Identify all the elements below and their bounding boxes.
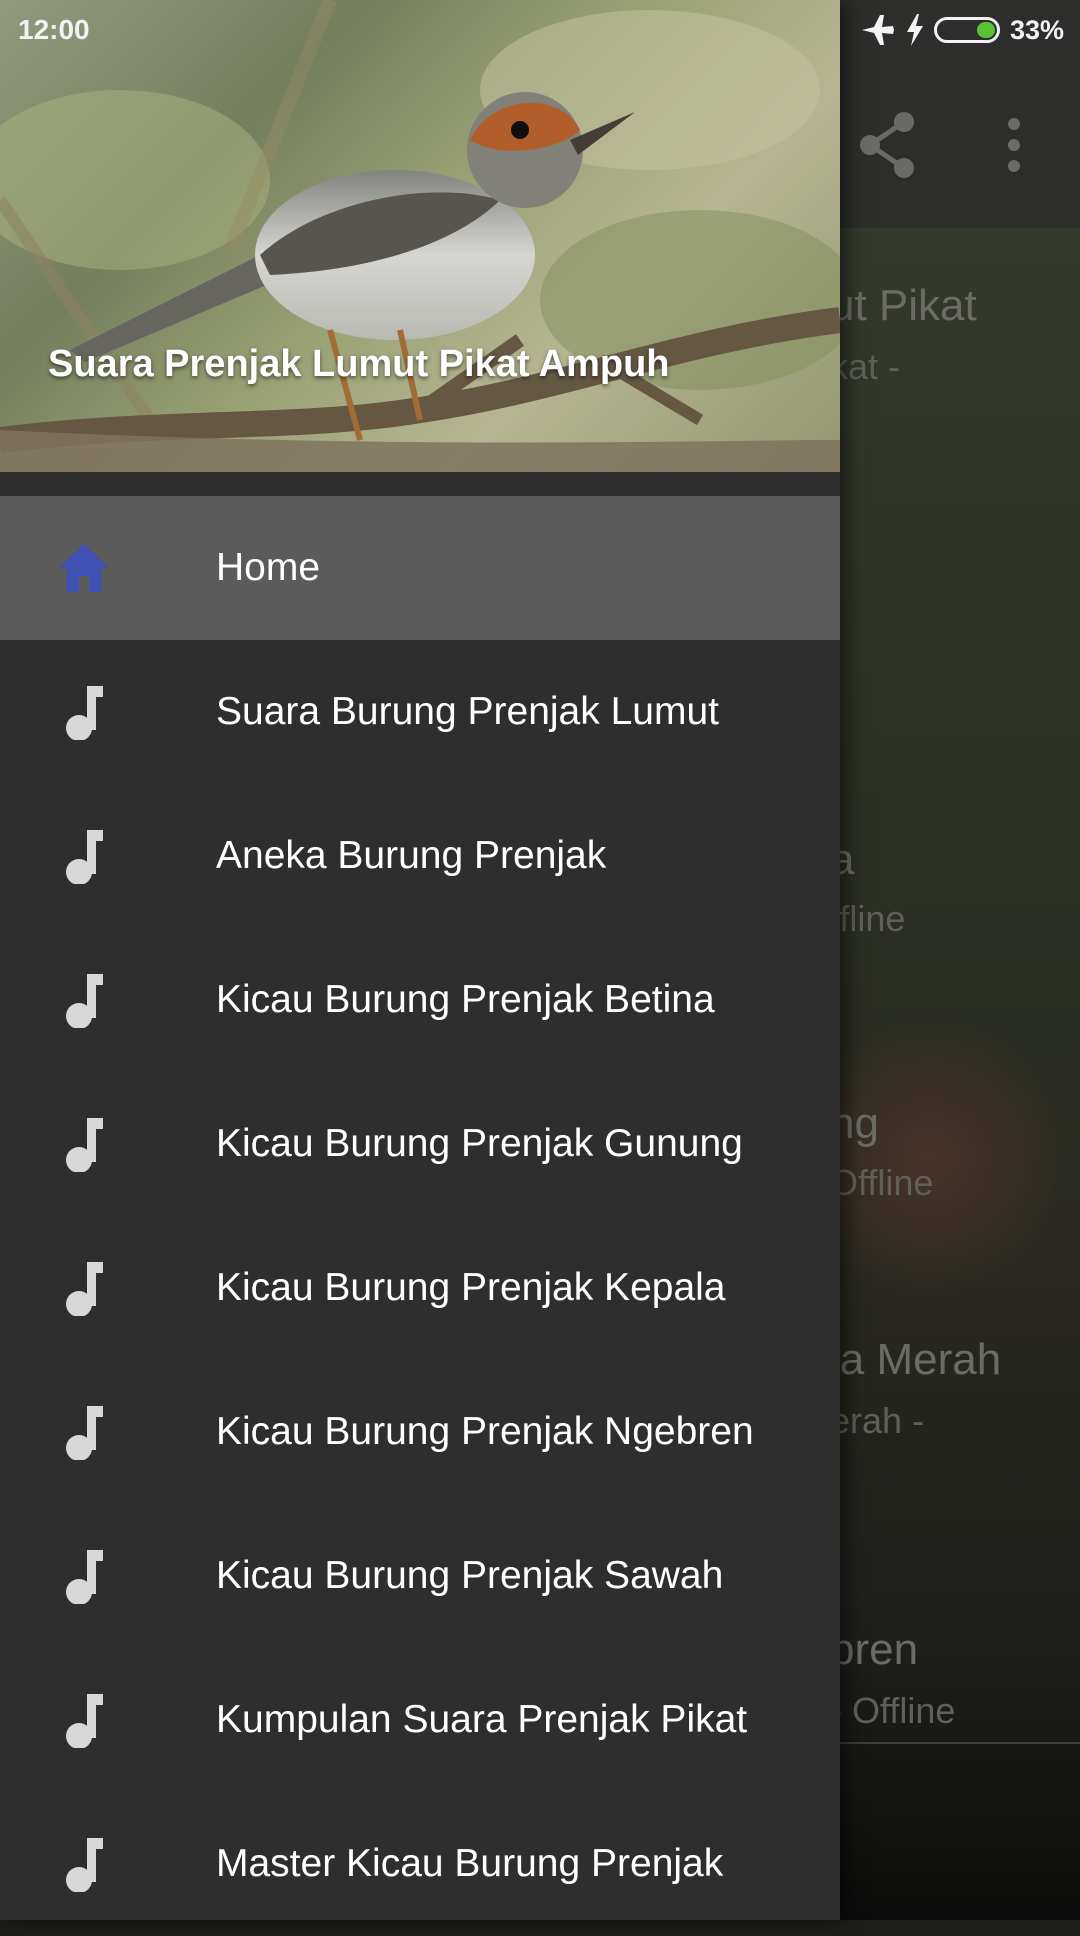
menu-item-home[interactable]: Home: [0, 496, 840, 640]
status-bar: 12:00 33%: [0, 0, 1080, 60]
bg-item-title: bren: [830, 1625, 919, 1674]
menu-item-label: Kicau Burung Prenjak Sawah: [216, 1554, 724, 1597]
menu-item-label: Home: [216, 546, 321, 589]
bg-item-title: ut Pikat: [830, 281, 977, 330]
menu-item-aneka-burung-prenjak[interactable]: Aneka Burung Prenjak: [0, 784, 840, 928]
bg-item-subtitle: - Offline: [830, 1690, 956, 1731]
drawer-menu: Home Suara Burung Prenjak Lumut Aneka Bu…: [0, 496, 840, 1936]
music-note-icon: [66, 1550, 103, 1604]
music-note-icon: [66, 1118, 103, 1172]
share-icon[interactable]: [858, 110, 918, 180]
home-icon: [59, 544, 109, 592]
menu-item-kicau-burung-prenjak-gunung[interactable]: Kicau Burung Prenjak Gunung: [0, 1072, 840, 1216]
bg-item-subtitle: erah -: [830, 1400, 925, 1441]
menu-item-label: Kicau Burung Prenjak Kepala: [216, 1266, 726, 1309]
menu-item-kumpulan-suara-prenjak-pikat[interactable]: Kumpulan Suara Prenjak Pikat: [0, 1648, 840, 1792]
menu-item-suara-burung-prenjak-lumut[interactable]: Suara Burung Prenjak Lumut: [0, 640, 840, 784]
bg-item-subtitle: ffline: [830, 898, 906, 939]
bg-item-subtitle: Offline: [830, 1162, 934, 1203]
menu-item-kicau-burung-prenjak-betina[interactable]: Kicau Burung Prenjak Betina: [0, 928, 840, 1072]
bird-photo: [0, 0, 840, 472]
music-note-icon: [66, 686, 103, 740]
drawer-title: Suara Prenjak Lumut Pikat Ampuh: [48, 343, 670, 385]
charging-bolt-icon: [906, 14, 923, 46]
more-vert-icon[interactable]: [1000, 118, 1028, 172]
music-note-icon: [66, 1262, 103, 1316]
bg-item-title: la Merah: [830, 1335, 1002, 1384]
music-note-icon: [66, 1838, 103, 1892]
airplane-mode-icon: [861, 15, 894, 45]
music-note-icon: [66, 1694, 103, 1748]
drawer-header: Suara Prenjak Lumut Pikat Ampuh: [0, 0, 840, 472]
menu-item-label: Aneka Burung Prenjak: [216, 834, 607, 877]
battery-percent: 33%: [1009, 14, 1064, 45]
bg-item-subtitle: kat -: [830, 346, 901, 387]
music-note-icon: [66, 830, 103, 884]
menu-item-kicau-burung-prenjak-sawah[interactable]: Kicau Burung Prenjak Sawah: [0, 1504, 840, 1648]
status-icons: 33%: [850, 12, 1064, 48]
menu-item-label: Suara Burung Prenjak Lumut: [216, 690, 719, 733]
menu-item-kicau-burung-prenjak-ngebren[interactable]: Kicau Burung Prenjak Ngebren: [0, 1360, 840, 1504]
navigation-drawer: Suara Prenjak Lumut Pikat Ampuh Home Sua…: [0, 0, 840, 1920]
menu-item-label: Kicau Burung Prenjak Ngebren: [216, 1410, 754, 1453]
divider: [830, 1742, 1080, 1744]
menu-item-kicau-burung-prenjak-kepala[interactable]: Kicau Burung Prenjak Kepala: [0, 1216, 840, 1360]
menu-item-label: Kumpulan Suara Prenjak Pikat: [216, 1698, 748, 1741]
menu-item-label: Kicau Burung Prenjak Betina: [216, 978, 715, 1021]
music-note-icon: [66, 1406, 103, 1460]
menu-item-label: Kicau Burung Prenjak Gunung: [216, 1122, 743, 1165]
status-time: 12:00: [18, 14, 90, 45]
menu-item-label: Master Kicau Burung Prenjak: [216, 1842, 724, 1885]
music-note-icon: [66, 974, 103, 1028]
menu-item-master-kicau-burung-prenjak[interactable]: Master Kicau Burung Prenjak: [0, 1792, 840, 1936]
battery-icon: [933, 17, 1000, 43]
